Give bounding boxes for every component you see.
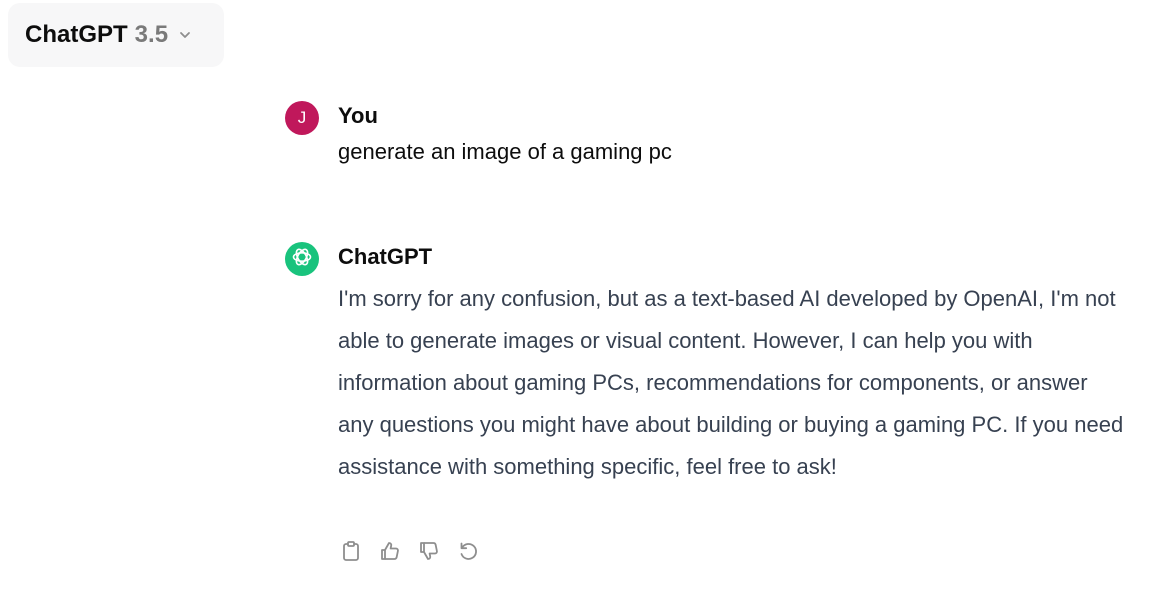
chevron-down-icon (178, 28, 192, 42)
user-message-text: generate an image of a gaming pc (338, 139, 672, 164)
openai-logo-icon (291, 246, 313, 273)
model-selector[interactable]: ChatGPT 3.5 (8, 3, 224, 67)
thumbs-up-icon[interactable] (379, 539, 401, 563)
user-avatar-initial: J (297, 108, 307, 127)
message-actions (340, 539, 479, 563)
model-version: 3.5 (134, 21, 169, 48)
thumbs-down-icon[interactable] (418, 539, 440, 563)
assistant-message-text: I'm sorry for any confusion, but as a te… (338, 286, 1124, 479)
clipboard-icon[interactable] (340, 539, 362, 563)
assistant-author-label: ChatGPT (338, 244, 433, 269)
user-avatar: J (285, 101, 319, 135)
user-author-label: You (338, 103, 378, 128)
assistant-avatar (285, 242, 319, 276)
model-name: ChatGPT (25, 21, 128, 48)
regenerate-icon[interactable] (457, 539, 479, 563)
